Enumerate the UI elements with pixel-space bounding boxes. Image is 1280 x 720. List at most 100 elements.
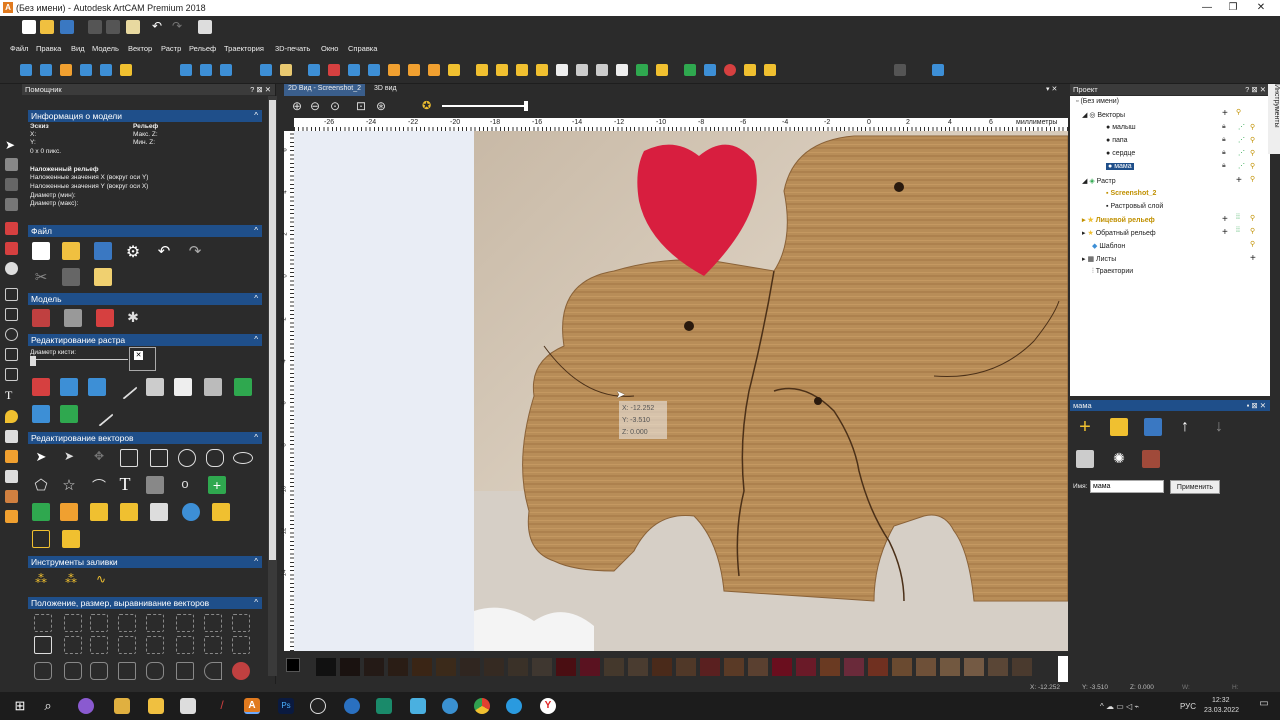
snap-icon[interactable]: ⋰ [1238, 162, 1245, 170]
folder-icon[interactable] [476, 64, 488, 76]
tools-side-tab[interactable]: Инструменты [1268, 84, 1280, 154]
toolpath-icon[interactable] [656, 64, 668, 76]
move-down-icon[interactable]: ↓ [1210, 418, 1228, 436]
relief-tool-icon[interactable] [388, 64, 400, 76]
tree-vector-item-selected[interactable]: ● мама [1106, 163, 1134, 170]
menu-toolpath[interactable]: Траектория [224, 44, 264, 53]
menu-vector[interactable]: Вектор [128, 44, 152, 53]
lock-icon[interactable]: 🔒︎ [1222, 162, 1226, 170]
align-icon[interactable] [34, 636, 52, 654]
color-swatch[interactable] [772, 658, 792, 676]
gear-icon[interactable]: ⚙ [124, 242, 142, 261]
add-icon[interactable] [684, 64, 696, 76]
fill-tool-icon[interactable]: ∿ [92, 572, 110, 590]
relief-tool-icon[interactable] [368, 64, 380, 76]
color-swatch[interactable] [796, 658, 816, 676]
shape-icon[interactable] [90, 662, 108, 680]
grid-icon[interactable]: ⁞⁞ [1236, 227, 1240, 234]
arc-icon[interactable] [5, 368, 18, 381]
vector-op-icon[interactable] [60, 503, 78, 521]
tree-template[interactable]: ◆ Шаблон [1092, 242, 1125, 250]
fill-tools-header[interactable]: Инструменты заливки ^ [28, 556, 262, 568]
save-icon[interactable] [60, 20, 74, 34]
align-icon[interactable] [176, 636, 194, 654]
color-swatch[interactable] [940, 658, 960, 676]
lock-icon[interactable]: 🔒︎ [1222, 149, 1226, 157]
toolpath-icon[interactable] [764, 64, 776, 76]
close-icon[interactable]: ✕ [134, 351, 143, 360]
polyline-icon[interactable] [5, 288, 18, 301]
relief-tool-icon[interactable] [448, 64, 460, 76]
new-file-icon[interactable] [32, 242, 50, 260]
collapse-icon[interactable]: ^ [254, 433, 258, 442]
fill-tool-icon[interactable]: ⁂ [32, 572, 50, 590]
menu-edit[interactable]: Правка [36, 44, 61, 53]
grid-icon[interactable] [5, 198, 18, 211]
polyline-icon[interactable] [206, 449, 224, 467]
transform-icon[interactable]: ✥ [90, 449, 108, 467]
tree-vector-item[interactable]: ● малыш [1106, 124, 1136, 131]
text-icon[interactable]: T [116, 474, 134, 494]
relief-tool-icon[interactable] [120, 64, 132, 76]
brush-icon[interactable] [5, 450, 18, 463]
zoom-fit-icon[interactable]: ⊙ [330, 99, 340, 113]
toolpath-icon[interactable] [724, 64, 736, 76]
tree-raster[interactable]: ◢ ◈ Растр [1082, 177, 1116, 185]
document-icon[interactable] [198, 20, 212, 34]
yandex-icon[interactable]: Y [540, 698, 556, 714]
vector-op-icon[interactable] [212, 503, 230, 521]
open-folder-icon[interactable] [40, 20, 54, 34]
menu-file[interactable]: Файл [10, 44, 28, 53]
search-icon[interactable]: ⌕ [40, 698, 56, 714]
vector-op-icon[interactable] [120, 503, 138, 521]
eraser-icon[interactable] [5, 490, 18, 503]
ellipse-icon[interactable] [233, 452, 253, 464]
move-up-icon[interactable]: ↑ [1176, 418, 1194, 436]
lightbulb-icon[interactable]: ⚲ [1250, 149, 1255, 157]
apply-button[interactable]: Применить [1170, 480, 1220, 494]
rectangle-icon[interactable] [150, 449, 168, 467]
pencil-icon[interactable] [5, 222, 18, 235]
app-icon[interactable]: / [214, 698, 230, 714]
brush-diameter-slider[interactable] [30, 359, 128, 364]
align-icon[interactable] [176, 614, 194, 632]
color-swatch[interactable] [1012, 658, 1032, 676]
delete-icon[interactable] [1142, 450, 1160, 468]
circle-icon[interactable] [178, 449, 196, 467]
zoom-in-icon[interactable]: ⊕ [292, 99, 302, 113]
align-icon[interactable] [34, 614, 52, 632]
polygon-icon[interactable] [5, 348, 18, 361]
color-swatch[interactable] [724, 658, 744, 676]
eyedropper-icon[interactable] [204, 378, 222, 396]
lock-icon[interactable]: 🔒︎ [1222, 136, 1226, 144]
folder-icon[interactable] [62, 530, 80, 548]
color-swatch[interactable] [700, 658, 720, 676]
shape-icon[interactable] [34, 662, 52, 680]
collapse-icon[interactable]: ^ [254, 557, 258, 566]
color-swatch[interactable] [988, 658, 1008, 676]
relief-tool-icon[interactable] [348, 64, 360, 76]
add-icon[interactable]: + [1222, 214, 1228, 225]
align-icon[interactable] [64, 636, 82, 654]
color-swatch[interactable] [628, 658, 648, 676]
align-icon[interactable] [118, 636, 136, 654]
toolpath-icon[interactable] [576, 64, 588, 76]
notification-icon[interactable]: ▭ [1256, 698, 1272, 714]
snap-icon[interactable]: ⋰ [1238, 136, 1245, 144]
relief-tool-icon[interactable] [428, 64, 440, 76]
relief-tool-icon[interactable] [40, 64, 52, 76]
toolpath-icon[interactable] [636, 64, 648, 76]
add-icon[interactable]: + [1250, 253, 1256, 264]
collapse-icon[interactable]: ^ [254, 294, 258, 303]
lightbulb-icon[interactable]: ⚲ [1250, 240, 1255, 248]
color-swatch[interactable] [748, 658, 768, 676]
shape-icon[interactable] [118, 662, 136, 680]
clock-date[interactable]: 23.03.2022 [1204, 707, 1239, 714]
relief-tool-icon[interactable] [408, 64, 420, 76]
vector-op-icon[interactable] [90, 503, 108, 521]
settings-icon[interactable]: ✺ [1110, 450, 1128, 468]
app-icon[interactable] [410, 698, 426, 714]
grid-icon[interactable]: ⁞⁞ [1236, 214, 1240, 221]
smudge-icon[interactable] [5, 470, 18, 483]
relief-tool-icon[interactable] [308, 64, 320, 76]
